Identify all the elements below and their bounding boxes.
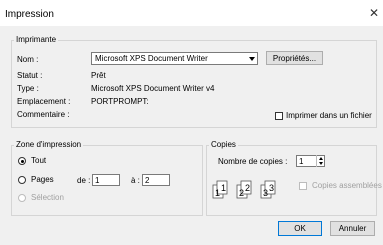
range-from-label: de : xyxy=(77,176,91,185)
range-to-input[interactable]: 2 xyxy=(142,174,170,186)
collate-icon-label: 2 xyxy=(245,183,250,193)
collate-icon-label: 3 xyxy=(269,183,274,193)
collate-icon-label: 1 xyxy=(221,183,226,193)
range-pages-label: Pages xyxy=(31,175,54,184)
printer-select[interactable]: Microsoft XPS Document Writer xyxy=(91,52,258,65)
copies-legend: Copies xyxy=(209,140,238,149)
range-from-value: 1 xyxy=(95,176,100,185)
cancel-button[interactable]: Annuler xyxy=(330,221,375,236)
range-all-label: Tout xyxy=(31,156,47,165)
collate-pages-icon: 1 1 2 2 3 3 xyxy=(212,180,276,199)
location-value: PORTPROMPT: xyxy=(91,97,149,106)
collate-checkbox[interactable] xyxy=(299,182,307,190)
range-pages-radio[interactable] xyxy=(18,176,26,184)
print-range-legend: Zone d'impression xyxy=(14,140,84,149)
chevron-down-icon xyxy=(249,57,255,61)
collate-icon-label: 2 xyxy=(239,188,244,198)
comment-label: Commentaire : xyxy=(17,110,70,119)
range-from-input[interactable]: 1 xyxy=(92,174,120,186)
status-label: Statut : xyxy=(17,71,43,80)
type-value: Microsoft XPS Document Writer v4 xyxy=(91,84,215,93)
print-to-file-label: Imprimer dans un fichier xyxy=(286,111,372,120)
location-label: Emplacement : xyxy=(17,97,71,106)
collate-label: Copies assemblées xyxy=(312,181,382,190)
status-value: Prêt xyxy=(91,71,106,80)
copies-count-label: Nombre de copies : xyxy=(218,157,288,166)
range-selection-label: Sélection xyxy=(31,193,64,202)
spin-arrows-icon[interactable] xyxy=(316,155,325,167)
printer-select-value: Microsoft XPS Document Writer xyxy=(95,54,208,63)
collate-icon-label: 3 xyxy=(263,188,268,198)
copies-count-value: 1 xyxy=(299,157,304,166)
print-to-file-checkbox[interactable] xyxy=(275,112,283,120)
ok-button[interactable]: OK xyxy=(278,221,322,236)
collate-icon-label: 1 xyxy=(215,188,220,198)
range-to-value: 2 xyxy=(145,176,150,185)
close-icon[interactable]: ✕ xyxy=(369,6,379,20)
printer-group-legend: Imprimante xyxy=(14,35,59,44)
range-to-label: à : xyxy=(131,176,140,185)
range-all-radio[interactable] xyxy=(18,157,26,165)
type-label: Type : xyxy=(17,84,39,93)
range-selection-radio[interactable] xyxy=(18,194,26,202)
properties-button[interactable]: Propriétés... xyxy=(266,51,323,65)
printer-name-label: Nom : xyxy=(17,55,39,64)
window-title: Impression xyxy=(5,9,54,20)
